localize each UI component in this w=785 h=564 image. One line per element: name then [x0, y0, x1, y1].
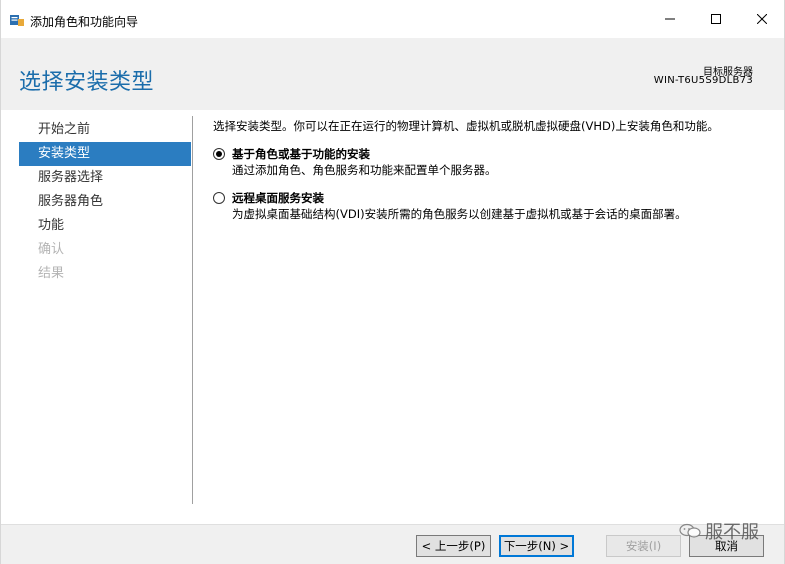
nav-item-results: 结果 [38, 266, 65, 281]
radio-selected-dot [216, 151, 222, 157]
wechat-icon [679, 523, 701, 538]
intro-text: 选择安装类型。你可以在正在运行的物理计算机、虚拟机或脱机虚拟硬盘(VHD)上安装… [213, 119, 719, 133]
remote-desktop-title[interactable]: 远程桌面服务安装 [232, 190, 773, 206]
minimize-icon [665, 18, 675, 20]
install-button: 安装(I) [606, 535, 681, 557]
nav-divider [192, 116, 193, 504]
wizard-window: 添加角色和功能向导 选择安装类型 目标服务器 WIN-T6U5S9DLB73 开… [0, 0, 785, 564]
previous-button[interactable]: < 上一步(P) [416, 535, 491, 557]
destination-server-name: WIN-T6U5S9DLB73 [653, 75, 753, 86]
content-panel: 选择安装类型。你可以在正在运行的物理计算机、虚拟机或脱机虚拟硬盘(VHD)上安装… [213, 118, 773, 222]
watermark: 服不服 [679, 518, 759, 544]
role-based-description: 通过添加角色、角色服务和功能来配置单个服务器。 [232, 163, 497, 177]
role-based-radio[interactable] [213, 148, 225, 160]
watermark-text: 服不服 [705, 522, 759, 543]
wizard-footer: < 上一步(P) 下一步(N) > 安装(I) 取消 [1, 524, 784, 564]
wizard-body: 开始之前 安装类型 服务器选择 服务器角色 功能 确认 结果 选择安装类型。你可… [1, 110, 784, 524]
remote-desktop-radio[interactable] [213, 192, 225, 204]
option-remote-desktop[interactable]: 远程桌面服务安装 为虚拟桌面基础结构(VDI)安装所需的角色服务以创建基于虚拟机… [213, 190, 773, 222]
nav-item-server-roles[interactable]: 服务器角色 [19, 190, 191, 214]
wizard-nav: 开始之前 安装类型 服务器选择 服务器角色 功能 确认 结果 [19, 118, 191, 286]
nav-item-before-you-begin[interactable]: 开始之前 [19, 118, 191, 142]
maximize-button[interactable] [693, 0, 739, 38]
close-icon [757, 14, 767, 24]
nav-item-server-selection[interactable]: 服务器选择 [19, 166, 191, 190]
option-role-based[interactable]: 基于角色或基于功能的安装 通过添加角色、角色服务和功能来配置单个服务器。 [213, 146, 773, 178]
next-button[interactable]: 下一步(N) > [499, 535, 574, 557]
title-bar[interactable]: 添加角色和功能向导 [1, 0, 784, 38]
nav-item-installation-type[interactable]: 安装类型 [19, 142, 191, 166]
page-title: 选择安装类型 [19, 70, 155, 95]
close-button[interactable] [739, 0, 785, 38]
minimize-button[interactable] [647, 0, 693, 38]
remote-desktop-description: 为虚拟桌面基础结构(VDI)安装所需的角色服务以创建基于虚拟机或基于会话的桌面部… [232, 207, 687, 221]
nav-item-features[interactable]: 功能 [19, 214, 191, 238]
window-title: 添加角色和功能向导 [30, 15, 139, 29]
wizard-header: 选择安装类型 目标服务器 WIN-T6U5S9DLB73 [1, 38, 784, 110]
role-based-title[interactable]: 基于角色或基于功能的安装 [232, 146, 773, 162]
nav-item-confirmation: 确认 [38, 242, 65, 257]
maximize-icon [711, 14, 721, 24]
server-manager-icon [10, 15, 24, 26]
